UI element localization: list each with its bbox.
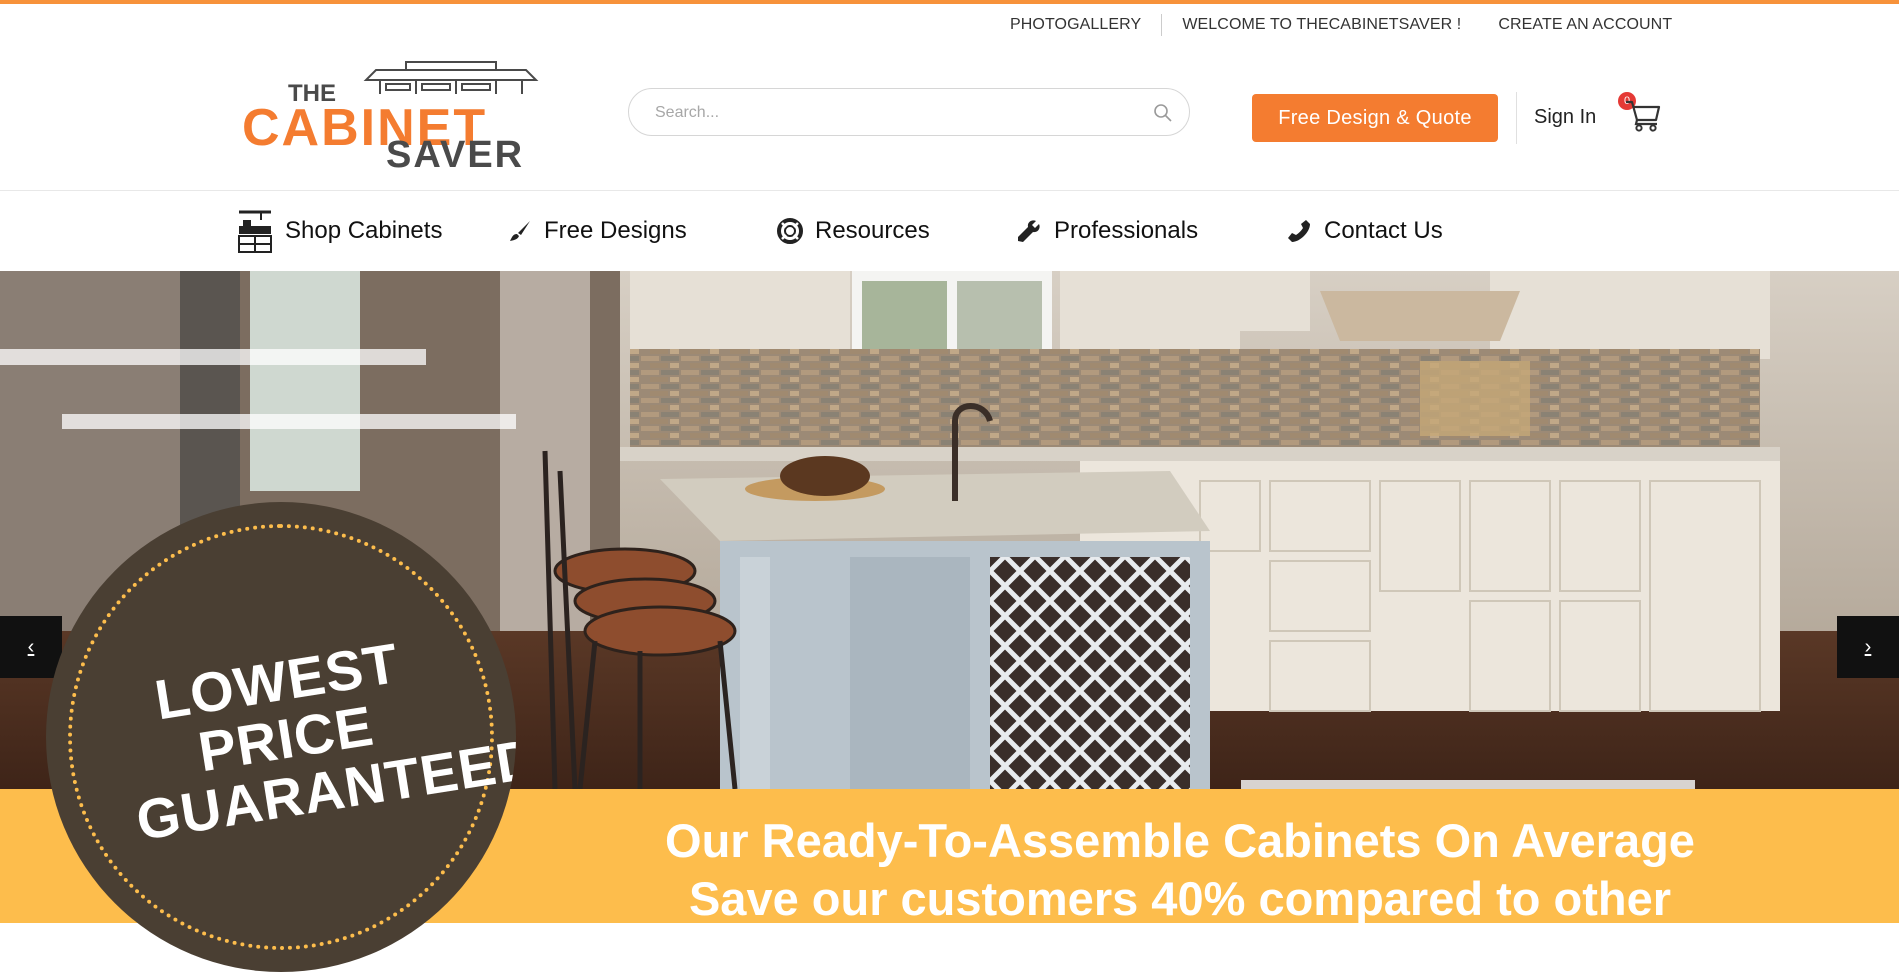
promo-line-2: Save our customers 40% compared to other bbox=[688, 872, 1672, 923]
sign-in-link[interactable]: Sign In bbox=[1534, 106, 1596, 129]
nav-label: Resources bbox=[815, 217, 930, 244]
nav-item-shop-cabinets[interactable]: Shop Cabinets bbox=[237, 209, 442, 253]
top-accent-bar bbox=[0, 0, 1899, 4]
site-logo[interactable]: THE CABINET SAVER bbox=[236, 58, 561, 176]
nav-item-contact-us[interactable]: Contact Us bbox=[1286, 209, 1443, 253]
wrench-icon bbox=[1016, 218, 1042, 244]
main-nav: Shop Cabinets Free Designs Resources Pro… bbox=[0, 191, 1899, 271]
photogallery-link[interactable]: PHOTOGALLERY bbox=[1010, 16, 1141, 34]
nav-item-professionals[interactable]: Professionals bbox=[1016, 209, 1198, 253]
nav-label: Shop Cabinets bbox=[285, 217, 443, 244]
logo-text-saver: SAVER bbox=[386, 134, 525, 176]
cart-button[interactable]: 0 bbox=[1618, 92, 1666, 140]
slider-prev-button[interactable]: ‹ bbox=[0, 616, 62, 678]
welcome-link[interactable]: WELCOME TO THECABINETSAVER ! bbox=[1182, 16, 1461, 34]
create-account-link[interactable]: CREATE AN ACCOUNT bbox=[1498, 16, 1672, 34]
search-box bbox=[628, 88, 1190, 137]
free-design-quote-button[interactable]: Free Design & Quote bbox=[1252, 94, 1498, 142]
nav-item-resources[interactable]: Resources bbox=[777, 209, 930, 253]
phone-icon bbox=[1286, 218, 1312, 244]
cart-icon bbox=[1626, 100, 1661, 132]
promo-line-1: Our Ready-To-Assemble Cabinets On Averag… bbox=[665, 814, 1695, 867]
header-divider bbox=[1516, 92, 1517, 144]
nav-label: Contact Us bbox=[1324, 217, 1443, 244]
divider bbox=[1161, 14, 1163, 36]
brush-icon bbox=[508, 219, 532, 243]
nav-label: Free Designs bbox=[544, 217, 687, 244]
lowest-price-seal: LOWEST PRICE GUARANTEED! bbox=[46, 502, 516, 972]
search-input[interactable] bbox=[653, 89, 1137, 137]
cabinet-icon bbox=[237, 208, 273, 254]
lifebuoy-icon bbox=[777, 218, 803, 244]
slider-next-button[interactable]: › bbox=[1837, 616, 1899, 678]
search-icon[interactable] bbox=[1153, 103, 1173, 128]
nav-label: Professionals bbox=[1054, 217, 1199, 244]
top-links: PHOTOGALLERY WELCOME TO THECABINETSAVER … bbox=[1010, 14, 1672, 36]
nav-item-free-designs[interactable]: Free Designs bbox=[508, 209, 687, 253]
